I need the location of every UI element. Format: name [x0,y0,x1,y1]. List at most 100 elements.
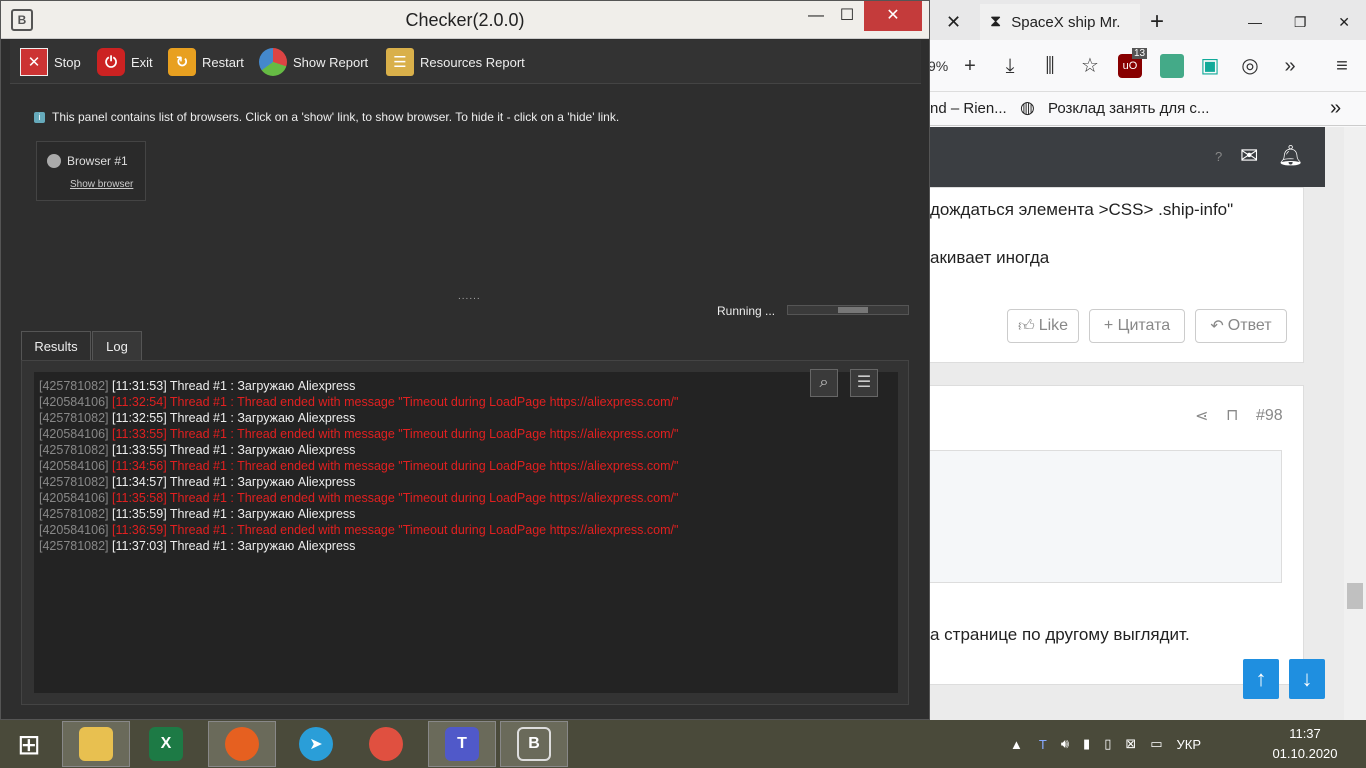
save-icon[interactable]: ▣ [1198,54,1222,78]
extension-icon[interactable] [1160,54,1184,78]
log-thread-id: [425781082] [39,507,109,521]
scroll-down-button[interactable]: ↓ [1289,659,1325,699]
taskbar-firefox[interactable] [208,721,276,767]
chevron-right-icon[interactable]: » [1330,97,1341,120]
log-line: [425781082] [11:32:55] Thread #1 : Загру… [39,410,898,426]
browser-name: Browser #1 [47,154,128,168]
log-line: [425781082] [11:34:57] Thread #1 : Загру… [39,474,898,490]
network-icon[interactable]: ▮ [1083,736,1090,752]
browsers-panel: i This panel contains list of browsers. … [10,84,921,329]
like-button[interactable]: 👍︎ Like [1007,309,1079,343]
language-indicator[interactable]: УКР [1177,737,1202,752]
log-thread-id: [425781082] [39,379,109,393]
progress-fill [838,307,868,313]
log-thread-id: [420584106] [39,459,109,473]
sync-icon[interactable]: ◎ [1238,54,1262,78]
log-thread-id: [425781082] [39,411,109,425]
log-text: [11:34:57] Thread #1 : Загружаю Aliexpre… [112,475,356,489]
log-text: [11:32:55] Thread #1 : Загружаю Aliexpre… [112,411,356,425]
scroll-up-button[interactable]: ↑ [1243,659,1279,699]
tab-log[interactable]: Log [92,331,142,361]
hourglass-icon: ⧗ [990,13,1002,30]
mail-icon[interactable]: ✉ [1240,143,1258,169]
add-icon[interactable]: + [958,54,982,78]
zoom-level[interactable]: 9% [928,54,948,78]
overflow-chevron-icon[interactable]: » [1278,54,1302,78]
tray-up-chevron-icon[interactable]: ▲ [1010,737,1023,752]
log-container: [425781082] [11:31:53] Thread #1 : Загру… [21,360,909,705]
battery-icon[interactable]: ▯ [1104,736,1111,752]
ublock-badge: 13 [1132,48,1148,59]
plus-icon: + [1150,8,1165,35]
tab-spacex[interactable]: ⧗ SpaceX ship Mr. [980,4,1140,40]
checker-toolbar: ✕ Stop ⏻ Exit ↻ Restart Show Report ☰ Re… [10,40,921,84]
post-text: дождаться элемента >CSS> .ship-info" [930,200,1234,219]
taskbar-excel[interactable]: X [132,721,200,767]
start-button[interactable]: ⊞ [0,721,58,767]
status-text: Running ... [717,304,776,318]
help-icon[interactable]: ? [1215,149,1222,164]
log-line: [420584106] [11:33:55] Thread #1 : Threa… [39,426,898,442]
menu-icon[interactable]: ≡ [1330,54,1354,78]
share-icon[interactable]: ⋖ [1195,406,1208,426]
log-thread-id: [420584106] [39,491,109,505]
minimize-icon[interactable]: — [1248,14,1262,30]
stop-button[interactable]: ✕ Stop [20,46,81,78]
bookmark-star-icon[interactable]: ☆ [1078,54,1102,78]
log-menu-button[interactable]: ☰ [850,369,878,397]
library-icon[interactable]: ⫼ [1038,54,1062,78]
download-icon[interactable]: ⤓ [998,54,1022,78]
exit-button[interactable]: ⏻ Exit [97,46,153,78]
restart-button[interactable]: ↻ Restart [168,46,244,78]
log-error-text: [11:35:58] Thread #1 : Thread ended with… [112,491,679,505]
bookmark-icon[interactable]: ⊓ [1226,405,1238,425]
clock[interactable]: 11:37 01.10.2020 [1270,724,1340,764]
app-icon [369,727,403,761]
log-error-text: [11:34:56] Thread #1 : Thread ended with… [112,459,679,473]
bookmark-item[interactable]: Розклад занять для с... [1048,100,1209,117]
info-icon: i [34,111,45,123]
taskbar-explorer[interactable] [62,721,130,767]
log-line: [425781082] [11:37:03] Thread #1 : Загру… [39,538,898,554]
display-icon[interactable]: ▭ [1150,736,1162,752]
notification-x-icon[interactable]: ⊠ [1125,736,1136,752]
post-number[interactable]: #98 [1256,407,1283,425]
show-browser-link[interactable]: Show browser [70,179,133,190]
log-thread-id: [425781082] [39,443,109,457]
tab-close-button[interactable]: ✕ [932,4,977,40]
resources-report-button[interactable]: ☰ Resources Report [386,46,525,78]
close-icon[interactable]: ✕ [1338,14,1350,31]
quote-button[interactable]: + Цитата [1089,309,1185,343]
taskbar-app[interactable] [352,721,420,767]
scrollbar-thumb[interactable] [1347,583,1363,609]
maximize-button[interactable]: ☐ [831,1,863,31]
splitter-handle[interactable]: ...... [458,291,481,302]
volume-icon[interactable]: 🔊︎ [1061,736,1069,752]
show-report-button[interactable]: Show Report [259,46,368,78]
firefox-icon [225,727,259,761]
page-scrollbar[interactable] [1344,127,1366,720]
log-view[interactable]: [425781082] [11:31:53] Thread #1 : Загру… [34,372,898,693]
close-icon: ✕ [946,11,962,32]
taskbar-checker[interactable]: B [500,721,568,767]
menu-icon: ☰ [856,374,872,391]
new-tab-button[interactable]: + [1150,4,1174,40]
bell-icon[interactable]: 🔔︎ [1278,143,1303,168]
bookmark-item[interactable]: nd – Rien... [930,100,1007,117]
chrome-icon [47,154,61,168]
taskbar-telegram[interactable]: ➤ [282,721,350,767]
close-button[interactable]: ✕ [864,1,922,31]
maximize-icon[interactable]: ❐ [1294,14,1307,31]
reply-button[interactable]: ↶ Ответ [1195,309,1287,343]
tab-results[interactable]: Results [21,331,91,361]
log-text: [11:37:03] Thread #1 : Загружаю Aliexpre… [112,539,356,553]
search-button[interactable]: ⌕ [810,369,838,397]
clock-date: 01.10.2020 [1272,746,1338,761]
taskbar-teams[interactable]: T [428,721,496,767]
teams-tray-icon[interactable]: T [1039,737,1047,752]
log-text: [11:31:53] Thread #1 : Загружаю Aliexpre… [112,379,356,393]
folder-icon [79,727,113,761]
log-error-text: [11:36:59] Thread #1 : Thread ended with… [112,523,679,537]
log-line: [420584106] [11:35:58] Thread #1 : Threa… [39,490,898,506]
minimize-button[interactable]: — [801,1,831,31]
